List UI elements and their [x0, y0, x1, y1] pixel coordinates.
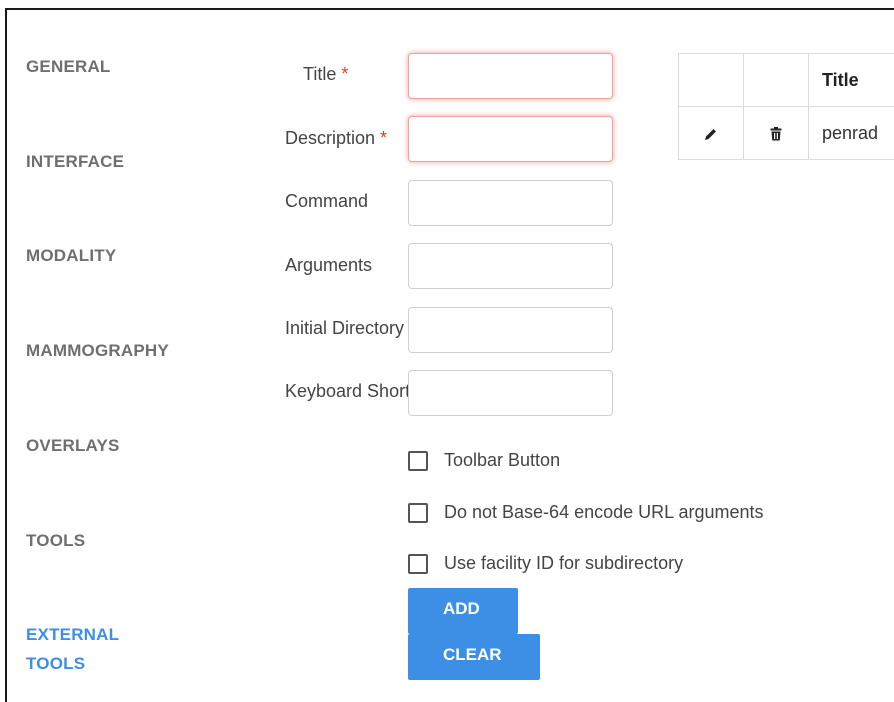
- description-label: Description *: [285, 128, 387, 149]
- command-input[interactable]: [408, 180, 613, 226]
- keyboard-shortcut-input[interactable]: [408, 370, 613, 416]
- description-input[interactable]: [408, 116, 613, 162]
- delete-row-button[interactable]: [743, 106, 809, 160]
- clear-button[interactable]: CLEAR: [408, 634, 540, 680]
- arguments-label: Arguments: [285, 255, 373, 275]
- description-label-text: Description: [285, 128, 376, 148]
- required-marker: *: [341, 64, 349, 84]
- facility-id-checkbox[interactable]: [408, 553, 428, 574]
- sidebar-item-external-tools[interactable]: EXTERNAL TOOLS: [26, 620, 119, 678]
- row-title-cell: penrad: [808, 106, 894, 160]
- trash-icon: [770, 123, 782, 143]
- no-base64-checkbox[interactable]: [408, 502, 428, 523]
- table-header-edit: [678, 53, 744, 107]
- initial-directory-input[interactable]: [408, 307, 613, 353]
- toolbar-button-option: Toolbar Button: [408, 450, 560, 471]
- no-base64-label: Do not Base-64 encode URL arguments: [444, 502, 764, 522]
- required-marker: *: [380, 128, 388, 148]
- initial-directory-label: Initial Directory: [285, 318, 405, 338]
- pencil-icon: [704, 123, 718, 143]
- toolbar-button-checkbox[interactable]: [408, 450, 428, 471]
- sidebar-item-tools[interactable]: TOOLS: [26, 526, 85, 555]
- sidebar-item-overlays[interactable]: OVERLAYS: [26, 431, 120, 460]
- title-input[interactable]: [408, 53, 613, 99]
- sidebar-item-label-line1: EXTERNAL: [26, 625, 120, 644]
- add-button[interactable]: ADD: [408, 588, 518, 634]
- title-label-text: Title: [303, 64, 337, 84]
- facility-id-label: Use facility ID for subdirectory: [444, 553, 684, 573]
- table-header-title[interactable]: Title: [808, 53, 894, 107]
- arguments-input[interactable]: [408, 243, 613, 289]
- no-base64-option: Do not Base-64 encode URL arguments: [408, 502, 764, 523]
- toolbar-button-label: Toolbar Button: [444, 450, 561, 470]
- command-label: Command: [285, 191, 369, 211]
- sidebar-item-interface[interactable]: INTERFACE: [26, 147, 124, 176]
- keyboard-shortcut-label: Keyboard Shortcut: [285, 381, 408, 401]
- table-header-delete: [743, 53, 809, 107]
- sidebar-item-label-line2: TOOLS: [26, 654, 86, 673]
- edit-row-button[interactable]: [678, 106, 744, 160]
- sidebar-item-modality[interactable]: MODALITY: [26, 241, 116, 270]
- table-header-row: Title: [678, 53, 894, 107]
- external-tools-table: Title penrad: [678, 53, 894, 160]
- table-row: penrad: [678, 106, 894, 160]
- facility-id-option: Use facility ID for subdirectory: [408, 553, 683, 574]
- sidebar-item-mammography[interactable]: MAMMOGRAPHY: [26, 336, 169, 365]
- title-label: Title *: [303, 64, 348, 85]
- sidebar-item-general[interactable]: GENERAL: [26, 52, 111, 81]
